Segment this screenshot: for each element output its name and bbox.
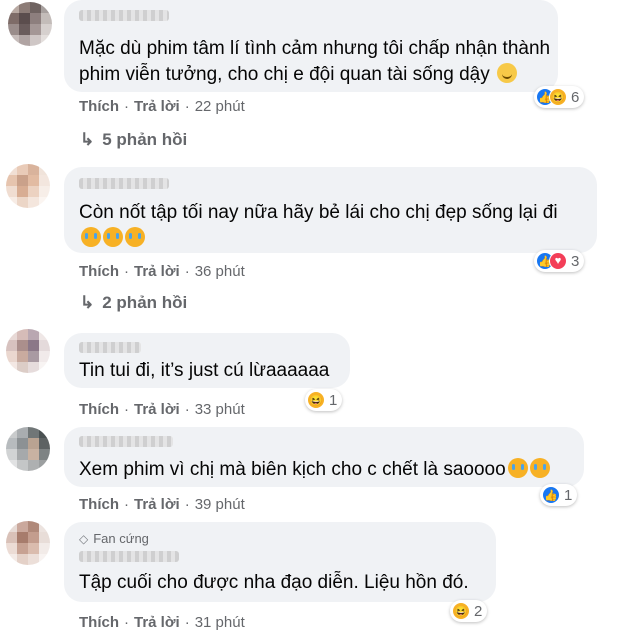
reaction-summary[interactable]: 👍 😆 6 xyxy=(534,86,585,108)
diamond-icon: ◇ xyxy=(79,532,89,546)
timestamp[interactable]: 36 phút xyxy=(195,263,245,280)
commenter-name[interactable] xyxy=(79,551,179,562)
haha-icon: 😆 xyxy=(307,391,325,409)
reaction-summary[interactable]: 👍 ♥ 3 xyxy=(534,250,585,272)
timestamp[interactable]: 31 phút xyxy=(195,614,245,631)
comment-text: Tập cuối cho được nha đạo diễn. Liệu hồn… xyxy=(79,572,469,593)
timestamp[interactable]: 22 phút xyxy=(195,98,245,115)
like-link[interactable]: Thích xyxy=(79,401,119,418)
comment-text: Xem phim vì chị mà biên kịch cho c chết … xyxy=(79,455,550,484)
comment-actions: Thích · Trả lời · 36 phút xyxy=(79,263,245,280)
comment-text: phim viễn tưởng, cho chị e đội quan tài … xyxy=(79,60,517,89)
heart-icon: ♥ xyxy=(549,252,567,270)
comment-text: Còn nốt tập tối nay nữa hãy bẻ lái cho c… xyxy=(79,202,558,223)
haha-icon: 😆 xyxy=(452,602,470,620)
reply-arrow-icon: ↳ xyxy=(80,293,95,312)
smile-emoji-icon xyxy=(497,63,517,83)
comment-actions: Thích · Trả lời · 33 phút xyxy=(79,401,245,418)
reply-link[interactable]: Trả lời xyxy=(134,614,180,631)
comment-text: Tin tui đi, it’s just cú lừaaaaaa xyxy=(79,360,330,381)
crying-emoji-icon xyxy=(529,458,550,478)
like-link[interactable]: Thích xyxy=(79,263,119,280)
like-link[interactable]: Thích xyxy=(79,496,119,513)
crying-emoji-icon xyxy=(125,227,145,247)
reply-arrow-icon: ↳ xyxy=(80,130,95,149)
reaction-summary[interactable]: 👍 1 xyxy=(540,484,578,506)
commenter-name[interactable] xyxy=(79,178,169,189)
avatar[interactable] xyxy=(6,427,50,471)
timestamp[interactable]: 33 phút xyxy=(195,401,245,418)
commenter-name[interactable] xyxy=(79,10,169,21)
crying-emoji-icon xyxy=(81,227,101,247)
like-link[interactable]: Thích xyxy=(79,614,119,631)
reaction-count: 6 xyxy=(571,88,580,106)
reply-link[interactable]: Trả lời xyxy=(134,98,180,115)
comment-actions: Thích · Trả lời · 22 phút xyxy=(79,98,245,115)
crying-emoji-icon xyxy=(507,458,528,478)
comment-actions: Thích · Trả lời · 39 phút xyxy=(79,496,245,513)
reaction-summary[interactable]: 😆 2 xyxy=(450,600,488,622)
reaction-count: 1 xyxy=(329,391,338,409)
commenter-name[interactable] xyxy=(79,342,141,353)
reaction-summary[interactable]: 😆 1 xyxy=(305,389,343,411)
reply-link[interactable]: Trả lời xyxy=(134,263,180,280)
avatar[interactable] xyxy=(6,521,50,565)
avatar[interactable] xyxy=(6,329,50,373)
comment-actions: Thích · Trả lời · 31 phút xyxy=(79,614,245,631)
view-replies-link[interactable]: ↳ 2 phản hồi xyxy=(80,293,187,313)
avatar[interactable] xyxy=(6,164,50,208)
reaction-count: 1 xyxy=(564,486,573,504)
like-icon: 👍 xyxy=(542,486,560,504)
haha-icon: 😆 xyxy=(549,88,567,106)
timestamp[interactable]: 39 phút xyxy=(195,496,245,513)
view-replies-link[interactable]: ↳ 5 phản hồi xyxy=(80,130,187,150)
reply-link[interactable]: Trả lời xyxy=(134,401,180,418)
reaction-count: 2 xyxy=(474,602,483,620)
crying-emoji-icon xyxy=(103,227,123,247)
avatar[interactable] xyxy=(8,2,52,46)
comment-text: Mặc dù phim tâm lí tình cảm nhưng tôi ch… xyxy=(79,38,551,59)
commenter-name[interactable] xyxy=(79,436,173,447)
reaction-count: 3 xyxy=(571,252,580,270)
like-link[interactable]: Thích xyxy=(79,98,119,115)
fan-badge[interactable]: ◇ Fan cứng xyxy=(79,531,149,546)
comment-emoji-row xyxy=(79,224,145,253)
reply-link[interactable]: Trả lời xyxy=(134,496,180,513)
